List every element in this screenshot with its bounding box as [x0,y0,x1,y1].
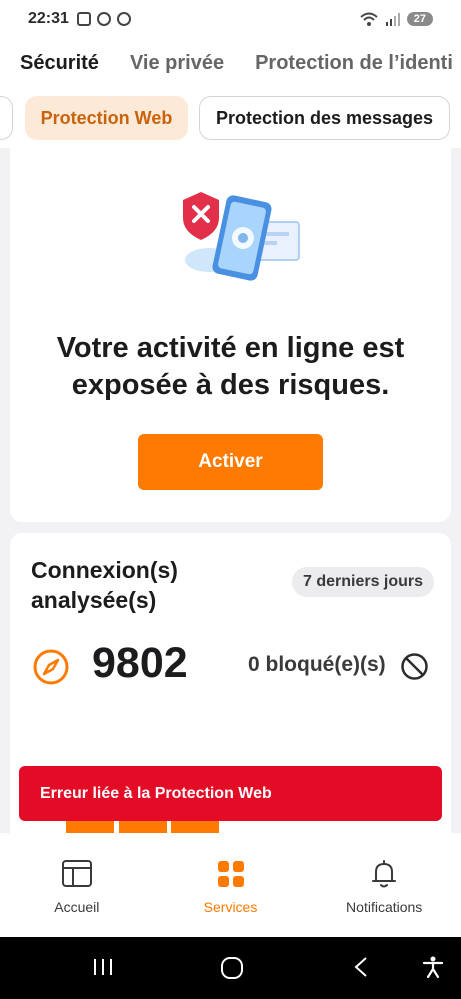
bell-icon [372,860,397,888]
tab-vie-privee[interactable]: Vie privée [130,52,224,75]
activate-button[interactable]: Activer [138,434,323,490]
status-bar: 22:31 27 [0,0,461,38]
feature-chips: Protection Web Protection des messages [0,88,461,148]
screenshot-icon [76,12,91,26]
wifi-icon [360,12,378,26]
error-banner[interactable]: Erreur liée à la Protection Web [19,766,442,821]
battery-indicator: 27 [406,12,433,26]
period-badge[interactable]: 7 derniers jours [292,567,435,597]
signal-icon [385,13,400,26]
compass-icon [33,649,69,685]
nav-services[interactable]: Services [154,833,308,937]
recents-icon[interactable] [91,955,115,979]
connections-count: 9802 [92,639,188,687]
dashboard-icon [61,860,92,887]
nav-label-notifications: Notifications [346,899,423,915]
blocked-count: 0 bloqué(e)(s) [248,653,386,676]
hero-title: Votre activité en ligne est exposée à de… [56,332,405,401]
protection-status-card: Votre activité en ligne est exposée à de… [10,148,451,522]
blocked-icon [401,653,428,680]
status-system-icons: 27 [359,11,433,27]
tab-securite[interactable]: Sécurité [20,52,99,75]
chip-protection-web[interactable]: Protection Web [25,96,188,140]
nav-accueil[interactable]: Accueil [0,833,154,937]
connections-title: Connexion(s) analysée(s) [31,557,178,613]
nav-notifications[interactable]: Notifications [307,833,461,937]
system-navigation-bar [0,937,461,999]
shield-phone-illustration [183,192,300,281]
home-circle-icon[interactable] [219,955,245,981]
chip-previous[interactable] [0,96,13,140]
chip-protection-messages[interactable]: Protection des messages [199,96,450,140]
status-time: 22:31 [28,10,69,27]
status-notification-icons [76,12,131,26]
back-icon[interactable] [350,955,374,979]
category-tabs: Sécurité Vie privée Protection de l’iden… [0,38,461,88]
shield-status-icon [116,12,131,26]
nav-label-accueil: Accueil [54,899,100,915]
grid-icon [217,861,244,887]
bottom-navigation: Accueil Services Notifications [0,833,461,937]
tab-protection-identite[interactable]: Protection de l’identi [255,52,453,75]
accessibility-icon[interactable] [421,955,445,979]
nav-label-services: Services [203,899,258,915]
mail-icon [96,12,111,26]
